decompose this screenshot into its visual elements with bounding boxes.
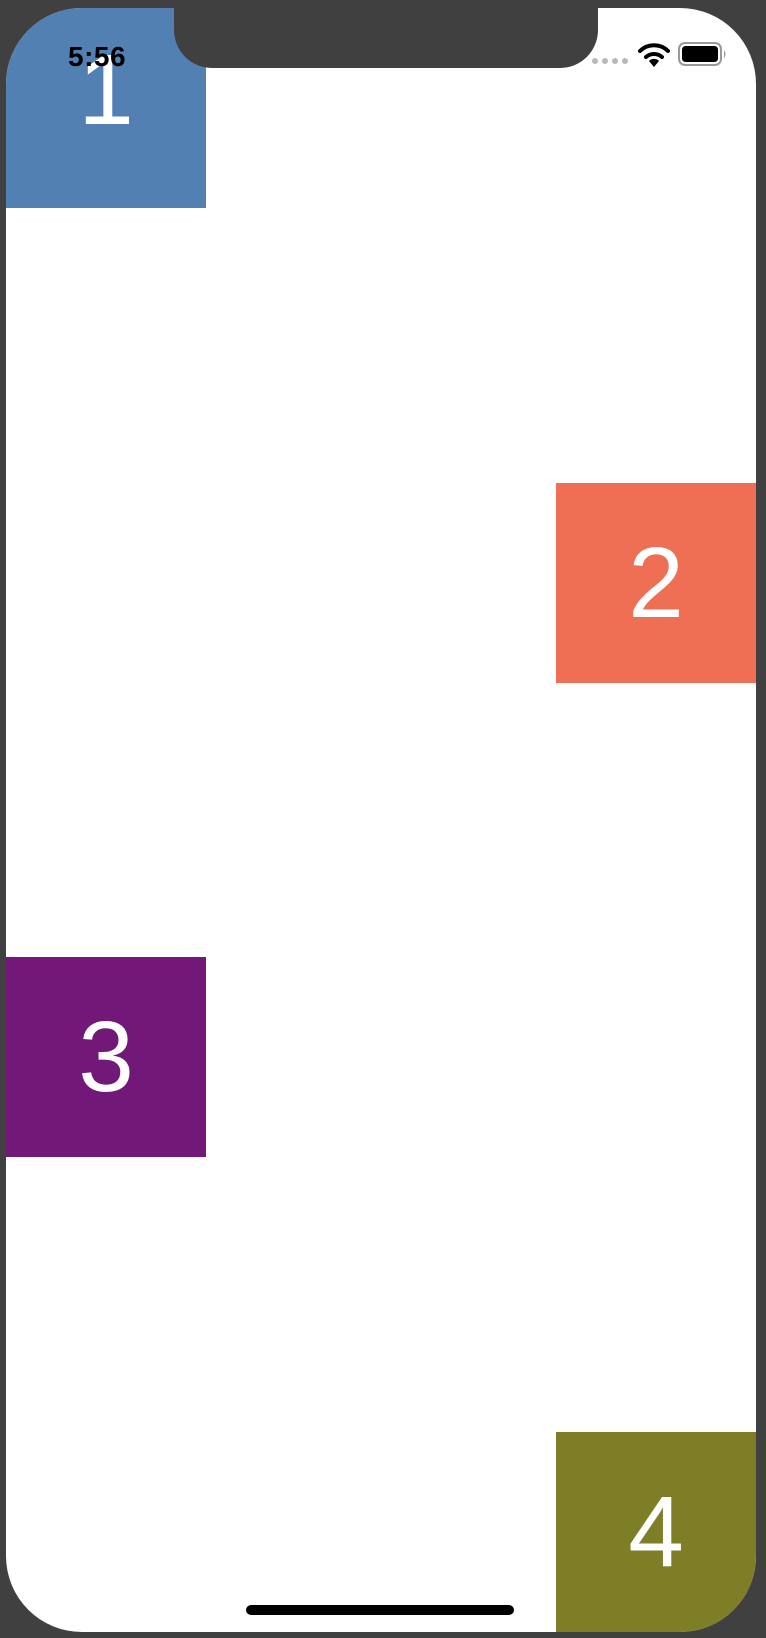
battery-icon: [678, 42, 726, 66]
tile-label-3: 3: [78, 1001, 134, 1113]
tile-label-4: 4: [628, 1476, 684, 1588]
color-tile-3: 3: [6, 957, 206, 1157]
color-tile-4: 4: [556, 1432, 756, 1632]
wifi-icon: [638, 43, 670, 67]
phone-screen: 1 2 3 4 5:56: [6, 8, 756, 1632]
color-tile-2: 2: [556, 483, 756, 683]
status-bar-time: 5:56: [68, 41, 127, 72]
cellular-signal-icon: [592, 58, 628, 64]
device-frame: 1 2 3 4 5:56: [0, 0, 766, 1638]
tile-label-2: 2: [628, 527, 684, 639]
device-notch: [174, 8, 598, 68]
home-indicator[interactable]: [246, 1605, 514, 1615]
